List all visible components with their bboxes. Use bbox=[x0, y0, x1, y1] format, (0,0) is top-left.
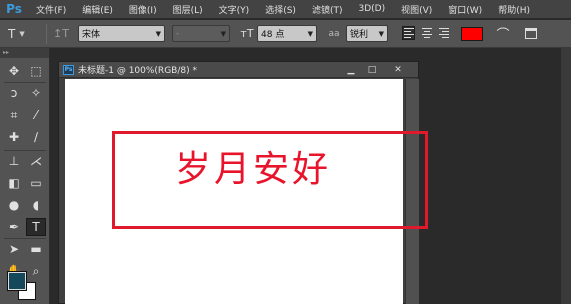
path-select-icon[interactable]: ➤ bbox=[4, 240, 24, 258]
align-left-button[interactable] bbox=[402, 26, 415, 40]
font-size-select[interactable]: 48 点 ▼ bbox=[257, 25, 317, 42]
minimize-button[interactable]: ▁ bbox=[342, 64, 360, 76]
photoshop-logo: Ps bbox=[6, 2, 22, 16]
options-bar: T ▼ ↥T 宋体 ▼ - ▼ тT 48 点 ▼ aa 锐利 ▼ ⌒ bbox=[0, 20, 571, 48]
align-center-button[interactable] bbox=[420, 26, 433, 40]
chevron-down-icon: ▼ bbox=[220, 30, 226, 38]
type-icon[interactable]: T bbox=[26, 218, 46, 236]
tools-panel: ▸▸ ✥ ⬚ ↄ ✧ ⌗ ⁄ ✚ ∕ ⊥ ⋌ ◧ ▭ ● ◖ ✒ T ➤ ▬ ✋ ⌕ bbox=[0, 48, 50, 304]
dodge-icon[interactable]: ◖ bbox=[26, 196, 46, 214]
text-color-swatch[interactable] bbox=[461, 27, 483, 41]
blur-icon[interactable]: ● bbox=[4, 196, 24, 214]
move-icon[interactable]: ✥ bbox=[4, 62, 24, 80]
font-family-select[interactable]: 宋体 ▼ bbox=[78, 25, 165, 42]
zoom-icon[interactable]: ⌕ bbox=[26, 262, 46, 280]
eraser-icon[interactable]: ◧ bbox=[4, 174, 24, 192]
menu-image[interactable]: 图像(I) bbox=[121, 3, 165, 16]
antialias-value: 锐利 bbox=[350, 30, 369, 40]
menu-bar: Ps 文件(F) 编辑(E) 图像(I) 图层(L) 文字(Y) 选择(S) 滤… bbox=[0, 0, 571, 19]
menu-filter[interactable]: 滤镜(T) bbox=[304, 3, 351, 16]
font-size-value: 48 点 bbox=[261, 30, 285, 40]
eyedropper-icon[interactable]: ⁄ bbox=[26, 106, 46, 124]
lasso-icon[interactable]: ↄ bbox=[4, 84, 24, 102]
history-brush-icon[interactable]: ⋌ bbox=[26, 152, 46, 170]
maximize-button[interactable]: □ bbox=[363, 64, 381, 76]
font-family-value: 宋体 bbox=[82, 30, 101, 40]
stamp-icon[interactable]: ⊥ bbox=[4, 152, 24, 170]
menu-3d[interactable]: 3D(D) bbox=[350, 4, 393, 14]
divider bbox=[46, 24, 47, 44]
marquee-icon[interactable]: ⬚ bbox=[26, 62, 46, 80]
menu-help[interactable]: 帮助(H) bbox=[490, 3, 538, 16]
type-tool-icon: T bbox=[8, 26, 16, 41]
chevron-down-icon: ▼ bbox=[378, 30, 384, 38]
chevron-down-icon: ▼ bbox=[155, 30, 161, 38]
font-style-select[interactable]: - ▼ bbox=[172, 25, 230, 42]
tools-panel-header[interactable]: ▸▸ bbox=[0, 48, 49, 58]
brush-icon[interactable]: ∕ bbox=[26, 128, 46, 146]
font-style-value: - bbox=[176, 28, 180, 39]
tool-divider bbox=[4, 82, 46, 83]
menu-file[interactable]: 文件(F) bbox=[28, 3, 74, 16]
chevron-down-icon: ▼ bbox=[19, 29, 25, 38]
shape-icon[interactable]: ▬ bbox=[26, 240, 46, 258]
pen-icon[interactable]: ✒ bbox=[4, 218, 24, 236]
highlight-box bbox=[112, 131, 428, 229]
font-size-icon: тT bbox=[240, 27, 254, 40]
document-ps-icon: Ps bbox=[63, 64, 74, 75]
tool-preset-picker[interactable]: T ▼ bbox=[8, 25, 40, 42]
align-right-button[interactable] bbox=[437, 26, 450, 40]
tool-divider bbox=[4, 238, 46, 239]
antialias-select[interactable]: 锐利 ▼ bbox=[346, 25, 388, 42]
foreground-color-swatch[interactable] bbox=[7, 271, 27, 291]
antialias-icon: aa bbox=[328, 28, 340, 39]
menu-layer[interactable]: 图层(L) bbox=[165, 3, 211, 16]
healing-icon[interactable]: ✚ bbox=[4, 128, 24, 146]
text-orientation-icon[interactable]: ↥T bbox=[52, 25, 70, 42]
warp-text-icon[interactable]: ⌒ bbox=[494, 25, 512, 43]
document-title: 未标题-1 @ 100%(RGB/8) * bbox=[78, 66, 197, 76]
menu-select[interactable]: 选择(S) bbox=[257, 3, 304, 16]
crop-icon[interactable]: ⌗ bbox=[4, 106, 24, 124]
magic-wand-icon[interactable]: ✧ bbox=[26, 84, 46, 102]
character-panel-icon[interactable] bbox=[522, 25, 540, 42]
menu-edit[interactable]: 编辑(E) bbox=[74, 3, 121, 16]
menu-view[interactable]: 视图(V) bbox=[393, 3, 440, 16]
menu-window[interactable]: 窗口(W) bbox=[440, 3, 490, 16]
close-button[interactable]: ✕ bbox=[389, 64, 407, 76]
menu-type[interactable]: 文字(Y) bbox=[211, 3, 258, 16]
right-panel-strip bbox=[561, 48, 571, 304]
chevron-down-icon: ▼ bbox=[307, 30, 313, 38]
gradient-icon[interactable]: ▭ bbox=[26, 174, 46, 192]
tool-divider bbox=[4, 150, 46, 151]
document-title-bar[interactable]: Ps 未标题-1 @ 100%(RGB/8) * ▁ □ ✕ bbox=[59, 62, 418, 78]
